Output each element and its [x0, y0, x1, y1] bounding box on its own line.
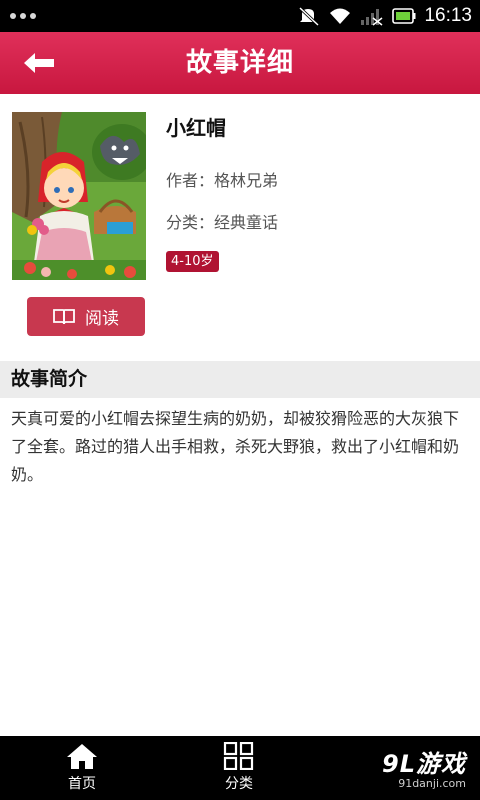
- nav-item-category[interactable]: 分类: [199, 742, 279, 798]
- status-icons: 16:13: [298, 4, 472, 28]
- battery-icon: [392, 8, 416, 24]
- author-text: 作者：格林兄弟: [166, 171, 279, 190]
- nav-label-category: 分类: [225, 776, 253, 792]
- watermark-logo: 9L游戏: [382, 750, 466, 778]
- signal-icon: [360, 6, 384, 26]
- grid-icon: [223, 742, 254, 770]
- home-icon: [67, 744, 97, 769]
- read-button[interactable]: 阅读: [27, 297, 145, 336]
- category-text: 分类：经典童话: [166, 213, 279, 232]
- book-cover-image: [12, 112, 146, 280]
- synopsis-heading: 故事简介: [11, 368, 88, 390]
- title-bar: 故事详细: [0, 32, 480, 94]
- synopsis-text: 天真可爱的小红帽去探望生病的奶奶，却被狡猾险恶的大灰狼下了全套。路过的猎人出手相…: [11, 409, 460, 484]
- status-bar: 16:13: [0, 0, 480, 32]
- synopsis-header: 故事简介: [0, 361, 480, 398]
- watermark: 9L游戏 91danji.com: [382, 744, 466, 790]
- nav-item-home[interactable]: 首页: [42, 742, 122, 798]
- age-range-badge: 4-10岁: [166, 251, 219, 272]
- mute-icon: [298, 6, 320, 26]
- page-title: 故事详细: [185, 48, 294, 78]
- clock: 16:13: [424, 5, 472, 26]
- read-button-label: 阅读: [85, 309, 119, 329]
- nav-label-home: 首页: [68, 776, 96, 792]
- notification-dots-icon: [10, 13, 36, 19]
- wifi-icon: [328, 6, 352, 26]
- book-icon: [53, 308, 75, 324]
- app-screen: 16:13 故事详细 阅读 小红帽 作者：格林兄弟 分类：经典童话 4-10岁 …: [0, 0, 480, 800]
- story-title: 小红帽: [166, 116, 226, 140]
